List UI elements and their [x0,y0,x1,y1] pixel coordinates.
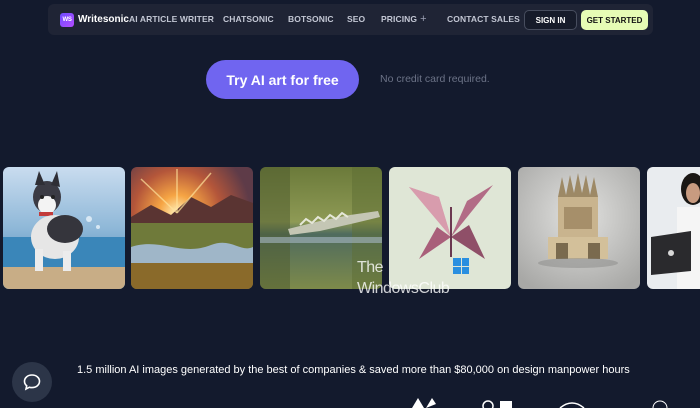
client-logo-5 [559,402,585,408]
clay-throne-image [518,167,640,289]
nav-link-ai-article-writer[interactable]: AI ARTICLE WRITER [129,4,214,35]
watermark-text: The WindowsClub [357,257,450,299]
watermark-line1: The [357,259,384,276]
get-started-button[interactable]: GET STARTED [581,10,648,30]
client-logo-3 [482,400,494,408]
nav-link-pricing[interactable]: PRICING + [381,4,427,35]
nav-link-botsonic[interactable]: BOTSONIC [288,4,334,35]
client-logo-2 [426,398,436,408]
nav-pricing-label: PRICING [381,14,418,24]
windows-logo-icon [453,258,469,274]
nav-link-contact-sales[interactable]: CONTACT SALES [447,4,520,35]
client-logos-strip [412,398,668,408]
brand-name: Writesonic [78,14,129,25]
client-logo-6 [652,400,668,408]
sign-in-button[interactable]: SIGN IN [524,10,577,30]
brand-logo[interactable]: WS Writesonic [60,12,129,27]
chat-bubble-icon [23,374,41,391]
no-credit-card-note: No credit card required. [380,73,490,85]
watermark-line2: WindowsClub [357,280,450,297]
client-logo-4 [500,401,512,408]
client-logo-1 [412,398,424,408]
nav-link-chatsonic[interactable]: CHATSONIC [223,4,274,35]
stats-text: 1.5 million AI images generated by the b… [77,364,630,376]
husky-beach-image [3,167,125,289]
writesonic-logo-icon: WS [60,12,74,27]
person-laptop-image [647,167,700,289]
try-ai-art-button[interactable]: Try AI art for free [206,60,359,99]
plus-icon: + [420,13,427,25]
sunset-valley-image [131,167,253,289]
nav-link-seo[interactable]: SEO [347,4,365,35]
